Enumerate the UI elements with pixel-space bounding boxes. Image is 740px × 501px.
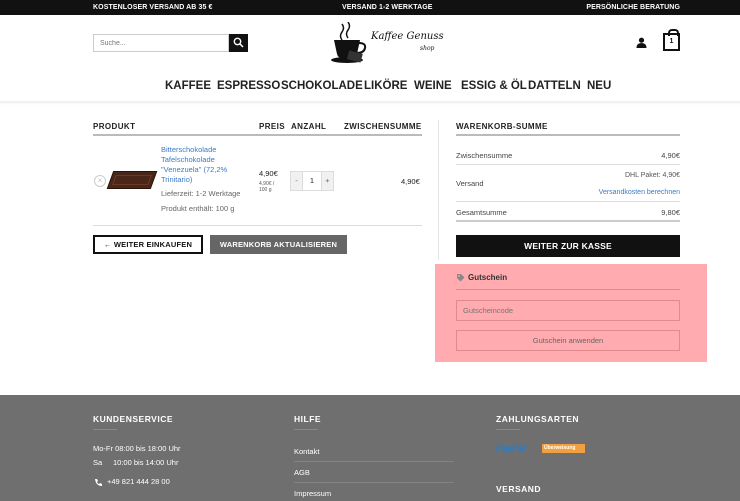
shop-logo[interactable]: Kaffee Genuss shop	[330, 22, 445, 64]
product-price: 4,90€	[259, 169, 278, 178]
continue-shopping-button[interactable]: ← WEITER EINKAUFEN	[93, 235, 203, 254]
table-header-divider	[93, 134, 422, 136]
nav-item-espresso[interactable]: ESPRESSO	[217, 80, 280, 92]
quantity-stepper: - 1 +	[290, 171, 334, 191]
quantity-decrease-button[interactable]: -	[291, 172, 303, 190]
footer-link-divider	[294, 482, 454, 483]
col-header-quantity: ANZAHL	[291, 122, 327, 131]
header-divider	[0, 101, 740, 105]
top-info-bar: KOSTENLOSER VERSAND AB 35 € VERSAND 1-2 …	[0, 0, 740, 15]
phone-number-link[interactable]: +49 821 444 28 00	[107, 477, 170, 486]
search-icon	[233, 37, 244, 48]
bank-transfer-logo: Überweisung	[542, 444, 585, 453]
nav-item-schokolade[interactable]: SCHOKOLADE	[281, 80, 363, 92]
total-label: Gesamtsumme	[456, 208, 507, 217]
shipping-value: DHL Paket: 4,90€	[625, 172, 680, 179]
footer-payment-title: ZAHLUNGSARTEN	[496, 414, 579, 424]
footer-shipping-title: VERSAND	[496, 484, 542, 494]
nav-item-kaffee[interactable]: KAFFEE	[165, 80, 211, 92]
product-contents: Produkt enthält: 100 g	[161, 204, 235, 213]
quantity-increase-button[interactable]: +	[321, 172, 333, 190]
footer-link-agb[interactable]: AGB	[294, 468, 310, 477]
col-header-subtotal: ZWISCHENSUMME	[344, 122, 422, 131]
remove-item-button[interactable]: ×	[94, 175, 106, 187]
update-cart-button[interactable]: WARENKORB AKTUALISIEREN	[210, 235, 347, 254]
item-subtotal: 4,90€	[401, 177, 420, 186]
opening-hours-saturday-time: 10:00 bis 14:00 Uhr	[113, 458, 179, 467]
col-header-product: PRODUKT	[93, 122, 136, 131]
opening-hours-saturday-day: Sa	[93, 458, 103, 467]
cart-icon[interactable]: 1	[663, 29, 680, 51]
nav-item-likoere[interactable]: LIKÖRE	[364, 80, 407, 92]
coupon-divider	[456, 289, 680, 290]
product-name-link[interactable]: Bitterschokolade Tafelschokolade "Venezu…	[161, 145, 257, 185]
footer-service-title: KUNDENSERVICE	[93, 414, 174, 424]
search-button[interactable]	[229, 34, 248, 52]
unit-price-quantity: 100 g	[259, 187, 272, 193]
shipping-label: Versand	[456, 179, 484, 188]
footer-title-underline	[93, 429, 117, 430]
subtotal-value: 4,90€	[661, 151, 680, 160]
footer-link-divider	[294, 461, 454, 462]
footer-title-underline	[294, 429, 318, 430]
footer-link-kontakt[interactable]: Kontakt	[294, 447, 319, 456]
subtotal-label: Zwischensumme	[456, 151, 513, 160]
nav-item-weine[interactable]: WEINE	[414, 80, 452, 92]
opening-hours-weekdays: Mo-Fr 08:00 bis 18:00 Uhr	[93, 444, 181, 453]
search-input[interactable]	[93, 34, 229, 52]
totals-row-divider	[456, 164, 680, 165]
apply-coupon-button[interactable]: Gutschein anwenden	[456, 330, 680, 351]
product-thumbnail[interactable]	[106, 171, 158, 189]
nav-item-essig-oel[interactable]: ESSIG & ÖL	[461, 80, 527, 92]
logo-subtitle: shop	[420, 45, 435, 52]
coffee-cup-icon	[331, 22, 367, 63]
user-account-icon[interactable]	[636, 37, 647, 48]
calculate-shipping-link[interactable]: Versandkosten berechnen	[599, 189, 680, 196]
phone-icon	[95, 479, 102, 486]
quantity-input[interactable]: 1	[303, 172, 321, 190]
footer-link-impressum[interactable]: Impressum	[294, 489, 331, 498]
logo-title: Kaffee Genuss	[371, 31, 444, 42]
footer-title-underline	[496, 429, 520, 430]
nav-item-neu[interactable]: NEU	[587, 80, 611, 92]
tag-icon	[457, 274, 465, 282]
product-delivery-time: Lieferzeit: 1-2 Werktage	[161, 189, 241, 198]
proceed-to-checkout-button[interactable]: WEITER ZUR KASSE	[456, 235, 680, 257]
cart-count: 1	[669, 38, 674, 45]
main-navigation: KAFFEE ESPRESSO SCHOKOLADE LIKÖRE WEINE …	[0, 80, 740, 94]
personal-advice-link[interactable]: PERSÖNLICHE BERATUNG	[586, 4, 680, 11]
cart-totals-title: WARENKORB-SUMME	[456, 122, 548, 131]
footer-help-title: HILFE	[294, 414, 322, 424]
table-row-divider	[93, 225, 422, 226]
product-unit-price: 4,90€ / 100 g	[259, 181, 274, 193]
nav-item-datteln[interactable]: DATTELN	[528, 80, 581, 92]
total-value: 9,80€	[661, 208, 680, 217]
coupon-code-input[interactable]	[456, 300, 680, 321]
free-shipping-info: KOSTENLOSER VERSAND AB 35 €	[93, 4, 213, 11]
column-divider	[438, 120, 439, 260]
totals-header-divider	[456, 134, 680, 136]
totals-bottom-divider	[456, 220, 680, 222]
site-footer: KUNDENSERVICE Mo-Fr 08:00 bis 18:00 Uhr …	[0, 395, 740, 501]
coupon-title: Gutschein	[468, 273, 508, 282]
col-header-price: PREIS	[259, 122, 286, 131]
totals-row-divider	[456, 201, 680, 202]
shipping-time-info: VERSAND 1-2 WERKTAGE	[342, 4, 433, 11]
paypal-logo: PayPal	[496, 443, 526, 453]
